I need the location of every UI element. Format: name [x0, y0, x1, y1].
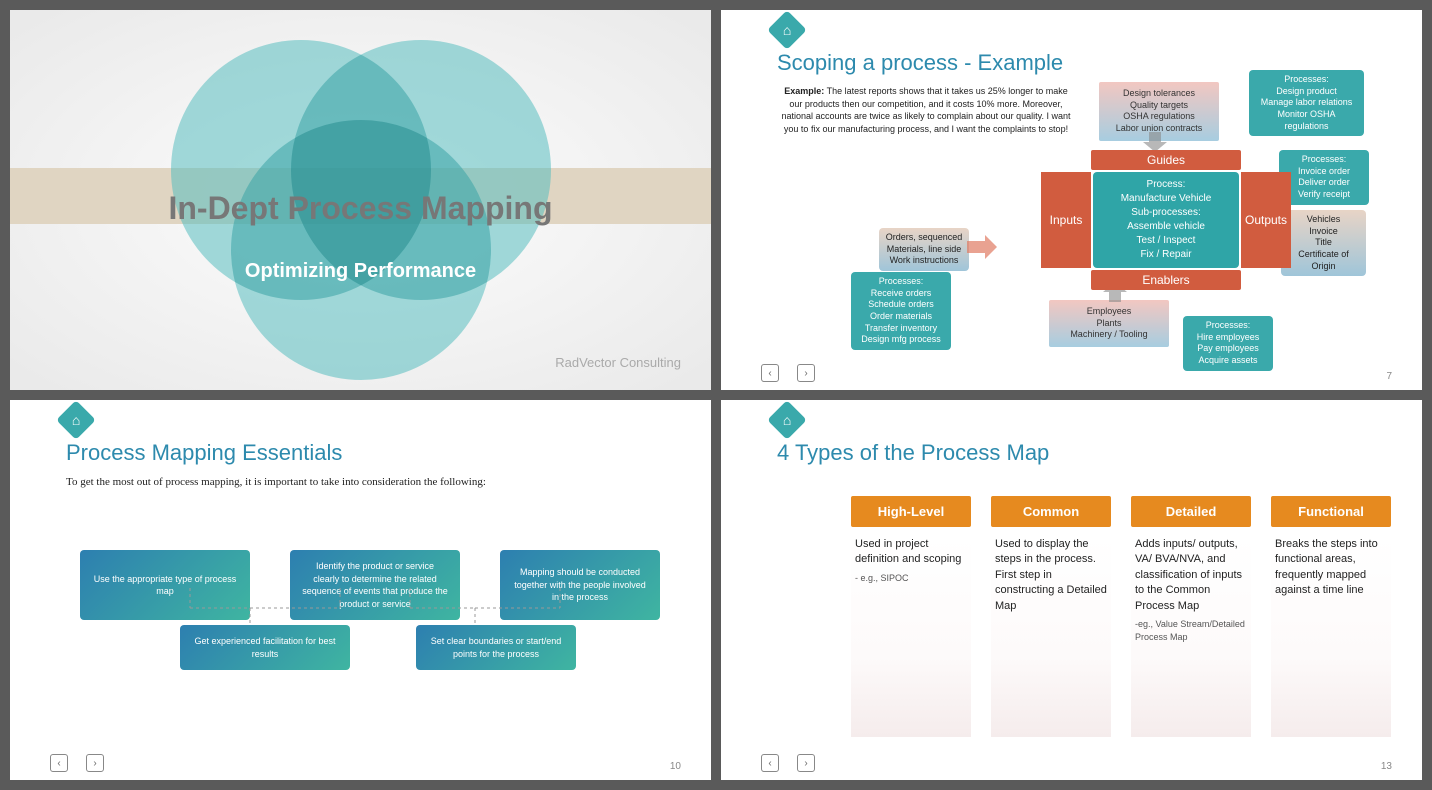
outputs-processes-box: Processes:Invoice orderDeliver orderVeri… [1279, 150, 1369, 205]
slide-title: In-Dept Process Mapping Optimizing Perfo… [10, 10, 711, 390]
scoping-frame: Guides Inputs Process:Manufacture Vehicl… [991, 150, 1291, 290]
brand-label: RadVector Consulting [555, 355, 681, 370]
prev-button[interactable]: ‹ [50, 754, 68, 772]
type-heading: Functional [1271, 496, 1391, 527]
enablers-data-box: EmployeesPlantsMachinery / Tooling [1049, 300, 1169, 347]
home-icon[interactable]: ⌂ [767, 10, 807, 50]
essential-box: Get experienced facilitation for best re… [180, 625, 350, 670]
example-text: Example: The latest reports shows that i… [781, 85, 1071, 135]
type-col: Common Used to display the steps in the … [991, 496, 1111, 737]
type-heading: Detailed [1131, 496, 1251, 527]
intro-text: To get the most out of process mapping, … [66, 476, 711, 488]
type-body: Used to display the steps in the process… [991, 537, 1111, 737]
type-col: Functional Breaks the steps into functio… [1271, 496, 1391, 737]
type-col: Detailed Adds inputs/ outputs, VA/ BVA/N… [1131, 496, 1251, 737]
slide-essentials: ⌂ Process Mapping Essentials To get the … [10, 400, 711, 780]
type-heading: High-Level [851, 496, 971, 527]
home-icon[interactable]: ⌂ [56, 400, 96, 440]
slide-nav: ‹ › [50, 754, 104, 772]
inputs-data-box: Orders, sequencedMaterials, line sideWor… [879, 228, 969, 271]
prev-button[interactable]: ‹ [761, 364, 779, 382]
presentation-subtitle: Optimizing Performance [10, 260, 711, 283]
guides-data-box: Design tolerancesQuality targetsOSHA reg… [1099, 82, 1219, 141]
types-row: High-Level Used in project definition an… [851, 496, 1422, 737]
enablers-label: Enablers [1091, 270, 1241, 290]
presentation-title: In-Dept Process Mapping [10, 190, 711, 227]
guides-label: Guides [1091, 150, 1241, 170]
slide-four-types: ⌂ 4 Types of the Process Map High-Level … [721, 400, 1422, 780]
page-number: 10 [670, 761, 681, 772]
next-button[interactable]: › [86, 754, 104, 772]
process-center-box: Process:Manufacture VehicleSub-processes… [1093, 172, 1239, 268]
outputs-label: Outputs [1241, 172, 1291, 268]
prev-button[interactable]: ‹ [761, 754, 779, 772]
type-heading: Common [991, 496, 1111, 527]
essential-box: Set clear boundaries or start/end points… [416, 625, 576, 670]
slide-heading: 4 Types of the Process Map [777, 440, 1422, 466]
enablers-processes-box: Processes:Hire employeesPay employeesAcq… [1183, 316, 1273, 371]
home-icon[interactable]: ⌂ [767, 400, 807, 440]
essentials-bottom-row: Get experienced facilitation for best re… [180, 625, 576, 670]
inputs-label: Inputs [1041, 172, 1091, 268]
next-button[interactable]: › [797, 364, 815, 382]
next-button[interactable]: › [797, 754, 815, 772]
type-col: High-Level Used in project definition an… [851, 496, 971, 737]
slide-nav: ‹ › [761, 754, 815, 772]
type-body: Used in project definition and scoping- … [851, 537, 971, 737]
outputs-data-box: VehiclesInvoiceTitleCertificate of Origi… [1281, 210, 1366, 276]
slide-nav: ‹ › [761, 364, 815, 382]
slide-scoping-example: ⌂ Scoping a process - Example Example: T… [721, 10, 1422, 390]
guides-processes-box: Processes:Design productManage labor rel… [1249, 70, 1364, 136]
inputs-processes-box: Processes:Receive ordersSchedule ordersO… [851, 272, 951, 350]
type-body: Adds inputs/ outputs, VA/ BVA/NVA, and c… [1131, 537, 1251, 737]
type-body: Breaks the steps into functional areas, … [1271, 537, 1391, 737]
page-number: 13 [1381, 761, 1392, 772]
slide-heading: Process Mapping Essentials [66, 440, 711, 466]
connectors [80, 588, 660, 628]
page-number: 7 [1386, 371, 1392, 382]
venn-circle [231, 120, 491, 380]
